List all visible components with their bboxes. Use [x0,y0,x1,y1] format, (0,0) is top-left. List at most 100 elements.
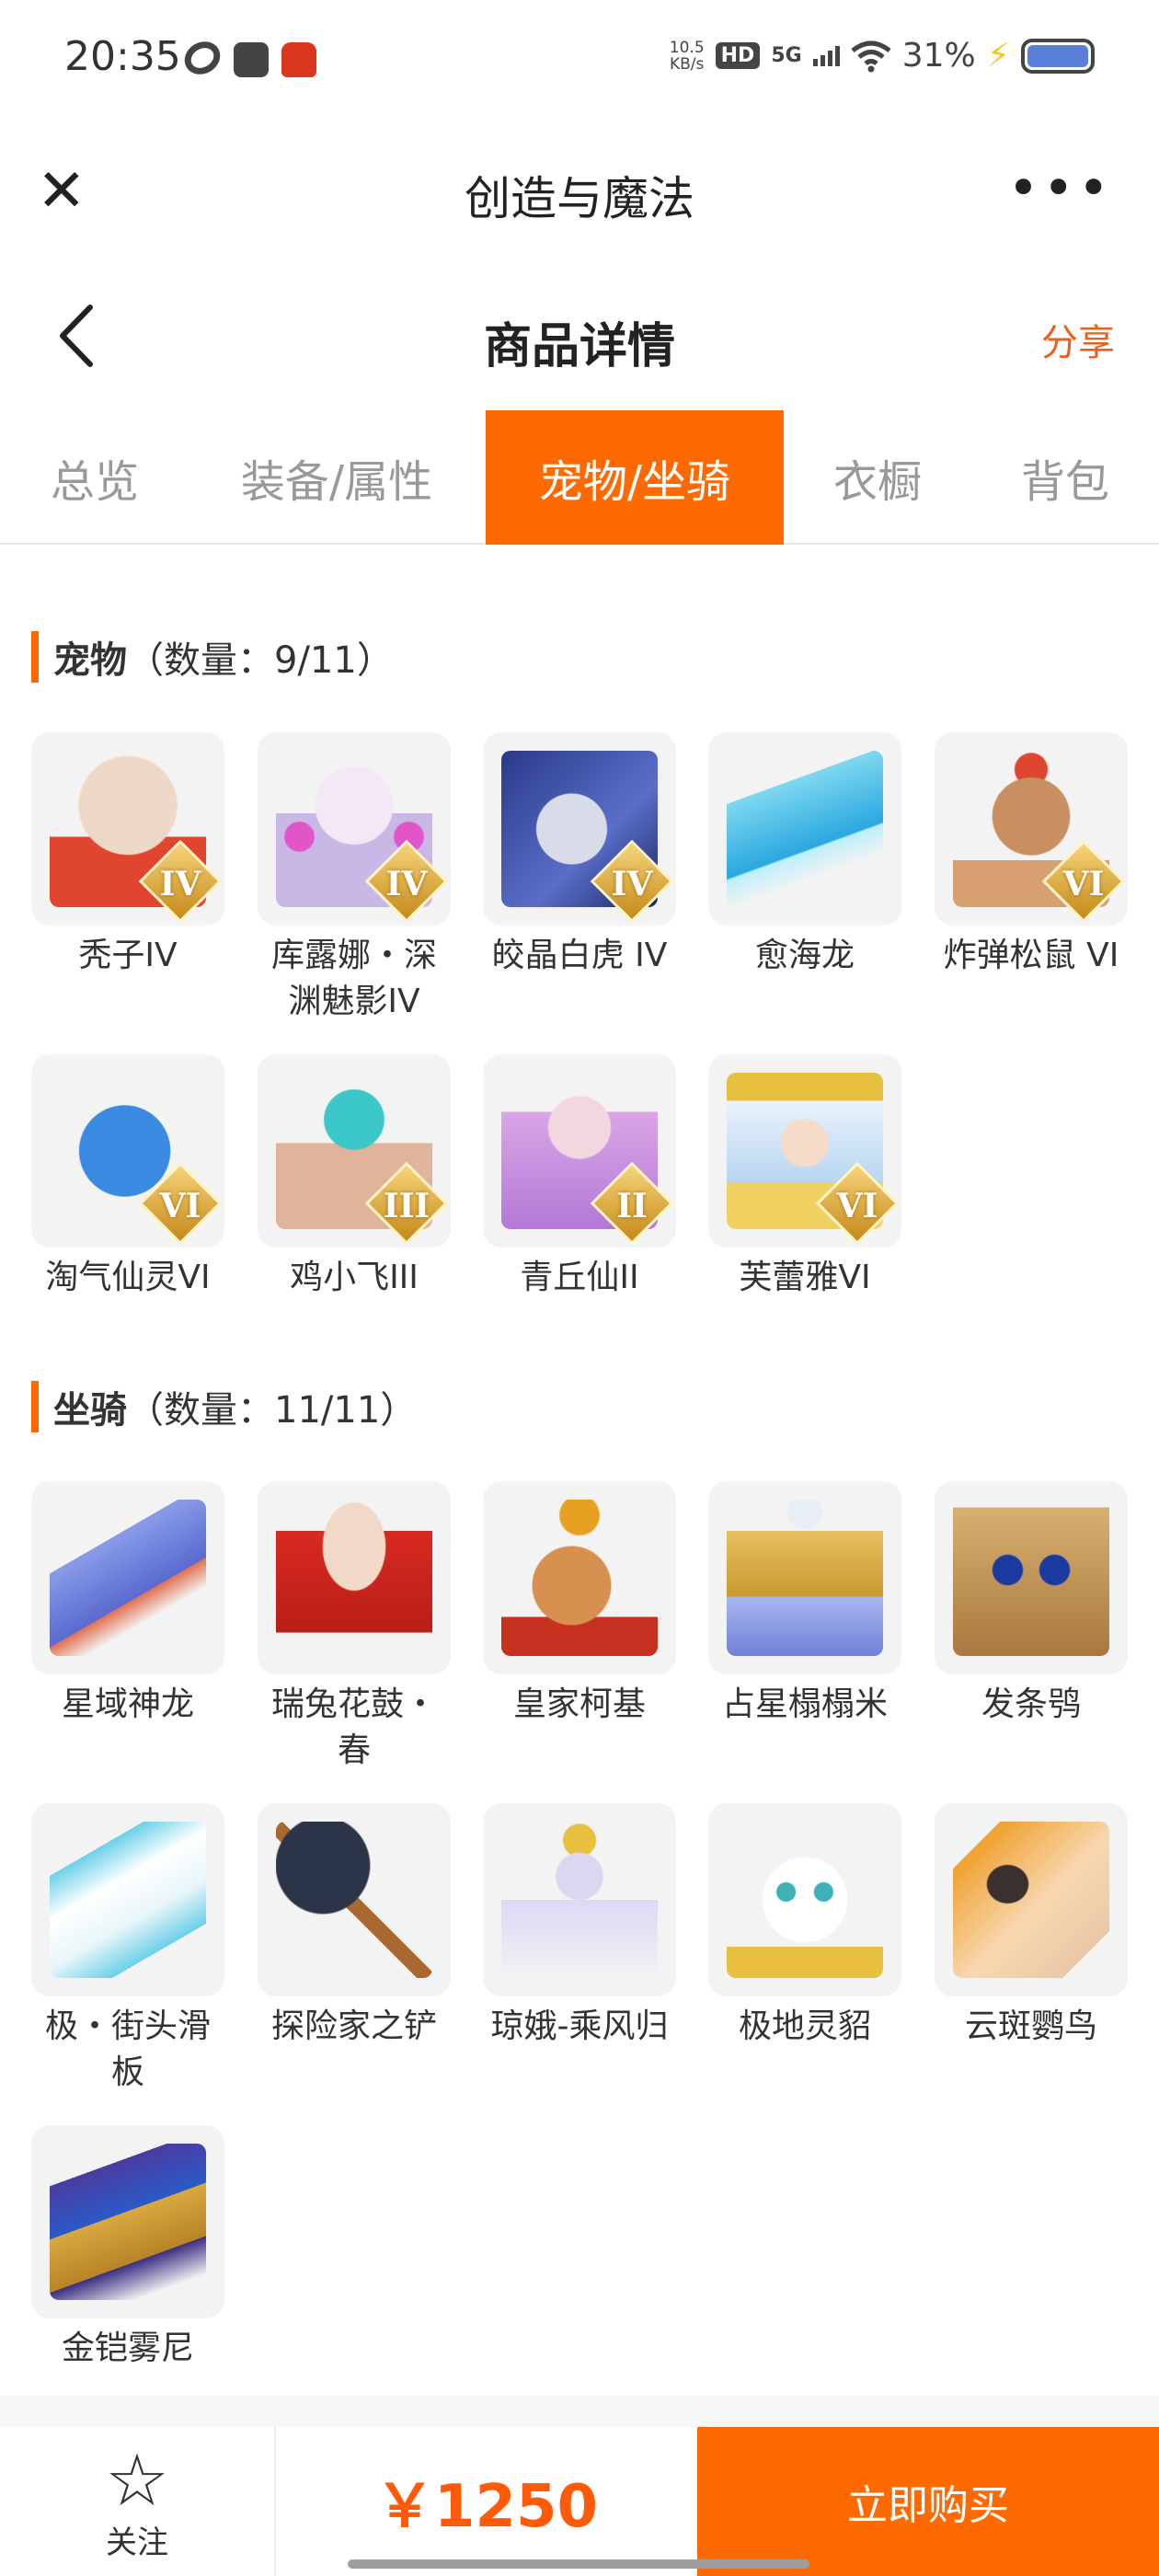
tab-overview[interactable]: 总览 [0,410,189,545]
pets-section-title: 宠物 （数量：9/11） [31,630,394,684]
mount-thumbnail [708,1803,901,1996]
pet-item[interactable]: II 青丘仙II [483,1054,676,1301]
more-icon[interactable]: ••• [1007,156,1113,219]
section-marker [31,1381,39,1432]
follow-button[interactable]: ☆ 关注 [0,2427,276,2576]
mount-name: 琼娥-乘风归 [490,2007,669,2045]
bottom-action-bar: ☆ 关注 ￥1250 立即购买 [0,2427,1159,2576]
charging-icon: ⚡ [986,37,1010,75]
pet-name: 鸡小飞III [290,1259,419,1296]
mount-name: 极・街头滑板 [44,2007,211,2091]
pet-name: 皎晶白虎 IV [491,937,668,974]
mount-name: 发条鸮 [981,1685,1081,1723]
message-notification-icon [234,42,269,77]
game-notification-icon [281,42,316,77]
mount-name: 极地灵貂 [738,2007,871,2045]
pet-thumbnail: IV [483,732,676,926]
mount-thumbnail [708,1481,901,1674]
pet-thumbnail [708,732,901,926]
mount-thumbnail [31,1481,224,1674]
mount-name: 星域神龙 [61,1685,194,1723]
pet-name: 秃子IV [78,937,178,974]
pet-name: 淘气仙灵VI [45,1259,211,1296]
pet-name: 愈海龙 [754,937,855,974]
status-time: 20:35 [64,33,181,80]
pet-item[interactable]: 愈海龙 [708,732,901,979]
pet-thumbnail: IV [31,732,224,926]
network-type: 5G [771,44,802,67]
section-count: （数量：9/11） [127,639,394,682]
mount-item[interactable]: 占星榻榻米 [708,1481,901,1728]
mount-thumbnail [483,1481,676,1674]
mount-item[interactable]: 皇家柯基 [483,1481,676,1728]
pet-name: 芙蕾雅VI [739,1259,871,1296]
mount-name: 探险家之铲 [270,2007,437,2045]
section-count: （数量：11/11） [127,1389,418,1432]
mount-item[interactable]: 琼娥-乘风归 [483,1803,676,2050]
mount-thumbnail [935,1481,1128,1674]
pet-thumbnail: III [258,1054,451,1248]
mount-thumbnail [483,1803,676,1996]
pet-thumbnail: VI [935,732,1128,926]
mount-thumbnail [31,1803,224,1996]
pet-item[interactable]: VI 淘气仙灵VI [31,1054,224,1301]
home-indicator[interactable] [348,2559,809,2569]
pet-item[interactable]: III 鸡小飞III [258,1054,451,1301]
status-bar: 20:35 10.5 KB/s HD 5G 31% ⚡ [0,0,1159,120]
mount-item[interactable]: 极・街头滑板 [31,1803,224,2096]
mount-item[interactable]: 金铠雾尼 [31,2125,224,2372]
pet-item[interactable]: VI 炸弹松鼠 VI [935,732,1128,979]
tab-wardrobe[interactable]: 衣橱 [787,410,968,545]
pet-item[interactable]: IV 皎晶白虎 IV [483,732,676,979]
section-marker [31,631,39,683]
page-title: 商品详情 [483,319,675,374]
section-name: 坐骑 [53,1389,127,1432]
mount-item[interactable]: 探险家之铲 [258,1803,451,2050]
share-button[interactable]: 分享 [1041,313,1115,366]
pet-thumbnail: VI [708,1054,901,1248]
buy-now-button[interactable]: 立即购买 [697,2427,1159,2576]
pet-item[interactable]: IV 秃子IV [31,732,224,979]
nav-bar: 商品详情 分享 [0,276,1159,396]
tab-pets-mounts[interactable]: 宠物/坐骑 [486,410,784,545]
follow-label: 关注 [106,2524,168,2561]
status-indicators: 10.5 KB/s HD 5G 31% ⚡ [670,37,1095,75]
pet-item[interactable]: VI 芙蕾雅VI [708,1054,901,1301]
pet-name: 青丘仙II [520,1259,639,1296]
mount-item[interactable]: 云斑鹦鸟 [935,1803,1128,2050]
section-name: 宠物 [53,639,127,682]
mounts-section-title: 坐骑 （数量：11/11） [31,1380,417,1433]
hd-icon: HD [715,42,761,69]
mount-item[interactable]: 极地灵貂 [708,1803,901,2050]
mini-program-title: 创造与魔法 [465,172,694,225]
section-divider [0,2396,1159,2427]
price: ￥1250 [374,2473,599,2541]
wifi-icon [851,40,891,72]
net-speed: 10.5 KB/s [669,38,705,74]
pet-thumbnail: VI [31,1054,224,1248]
battery-percent: 31% [901,37,976,75]
pet-name: 库露娜・深渊魅影IV [270,937,437,1020]
mini-program-header: ✕ 创造与魔法 ••• [0,120,1159,258]
mount-item[interactable]: 星域神龙 [31,1481,224,1728]
mount-name: 皇家柯基 [512,1685,646,1723]
pet-item[interactable]: IV 库露娜・深渊魅影IV [258,732,451,1025]
mount-thumbnail [258,1481,451,1674]
tab-bar: 总览 装备/属性 宠物/坐骑 衣橱 背包 [0,410,1159,545]
signal-icon [812,45,840,66]
tab-equipment[interactable]: 装备/属性 [208,410,465,545]
mount-thumbnail [258,1803,451,1996]
mount-name: 云斑鹦鸟 [964,2007,1097,2045]
mount-name: 瑞兔花鼓・春 [270,1685,437,1769]
mount-item[interactable]: 瑞兔花鼓・春 [258,1481,451,1774]
notification-icons [178,35,316,81]
mount-thumbnail [935,1803,1128,1996]
mount-name: 金铠雾尼 [61,2329,194,2367]
mount-name: 占星榻榻米 [721,1685,888,1723]
mount-item[interactable]: 发条鸮 [935,1481,1128,1728]
pet-name: 炸弹松鼠 VI [943,937,1119,974]
app-notification-icon [178,35,226,81]
star-icon: ☆ [105,2440,169,2523]
pet-thumbnail: IV [258,732,451,926]
tab-backpack[interactable]: 背包 [975,410,1155,545]
